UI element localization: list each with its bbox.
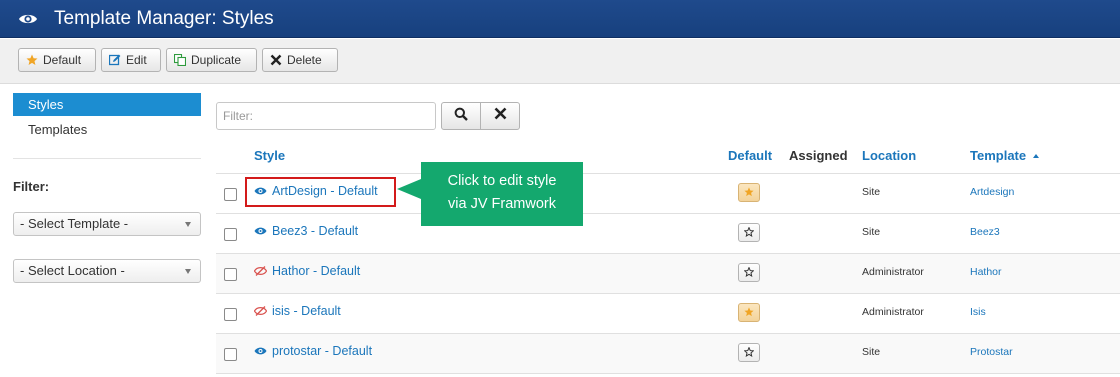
star-outline-icon bbox=[743, 264, 755, 282]
star-outline-icon bbox=[743, 224, 755, 242]
eye-icon bbox=[254, 346, 267, 356]
search-icon bbox=[454, 107, 468, 126]
column-header-assigned: Assigned bbox=[789, 148, 848, 163]
callout-line-2: via JV Framwork bbox=[448, 196, 556, 212]
sidebar-item-label: Templates bbox=[28, 122, 88, 137]
default-button-label: Default bbox=[43, 53, 82, 67]
column-header-default[interactable]: Default bbox=[728, 148, 772, 163]
edit-button-label: Edit bbox=[126, 53, 147, 67]
star-outline-icon bbox=[743, 344, 755, 362]
callout-box: Click to edit style via JV Framwork bbox=[421, 162, 583, 226]
callout-arrow-icon bbox=[397, 179, 421, 199]
callout-line-1: Click to edit style bbox=[447, 173, 557, 189]
filter-label: Filter: bbox=[13, 179, 50, 194]
style-link[interactable]: Beez3 - Default bbox=[254, 224, 358, 238]
location-value: Site bbox=[862, 186, 881, 198]
style-name: protostar - Default bbox=[272, 344, 373, 358]
default-toggle[interactable] bbox=[738, 263, 760, 282]
sidebar-item-styles[interactable]: Styles bbox=[13, 93, 201, 116]
clear-button[interactable] bbox=[480, 102, 520, 130]
close-icon bbox=[494, 107, 507, 125]
delete-button[interactable]: Delete bbox=[262, 48, 338, 72]
select-location-value: - Select Location - bbox=[20, 263, 125, 278]
row-checkbox[interactable] bbox=[224, 228, 237, 241]
eye-icon bbox=[17, 8, 39, 30]
template-link[interactable]: Isis bbox=[970, 306, 986, 318]
location-value: Site bbox=[862, 226, 881, 238]
table-row: Hathor - Default Administrator Hathor bbox=[216, 253, 1120, 293]
select-template-dropdown[interactable]: - Select Template - bbox=[13, 212, 201, 236]
template-link[interactable]: Protostar bbox=[970, 346, 1013, 358]
close-icon bbox=[270, 54, 282, 66]
star-icon bbox=[744, 304, 754, 322]
highlight-box bbox=[245, 177, 396, 207]
location-value: Administrator bbox=[862, 266, 924, 278]
style-name: Beez3 - Default bbox=[272, 224, 359, 238]
default-toggle[interactable] bbox=[738, 183, 760, 202]
style-name: Hathor - Default bbox=[272, 264, 361, 278]
eye-slash-icon bbox=[254, 266, 267, 276]
sidebar-item-templates[interactable]: Templates bbox=[13, 118, 201, 141]
edit-button[interactable]: Edit bbox=[101, 48, 161, 72]
select-location-dropdown[interactable]: - Select Location - bbox=[13, 259, 201, 283]
table-row: isis - Default Administrator Isis bbox=[216, 293, 1120, 333]
edit-icon bbox=[109, 54, 121, 66]
delete-button-label: Delete bbox=[287, 53, 322, 67]
default-toggle[interactable] bbox=[738, 223, 760, 242]
select-template-value: - Select Template - bbox=[20, 216, 129, 231]
toolbar: Default Edit Duplicate Delete bbox=[0, 39, 1120, 84]
sort-up-icon bbox=[1033, 153, 1040, 158]
default-button[interactable]: Default bbox=[18, 48, 96, 72]
eye-icon bbox=[254, 226, 267, 236]
chevron-down-icon bbox=[185, 222, 191, 227]
page-header: Template Manager: Styles bbox=[0, 0, 1120, 38]
style-link[interactable]: Hathor - Default bbox=[254, 264, 360, 278]
row-checkbox[interactable] bbox=[224, 268, 237, 281]
duplicate-button[interactable]: Duplicate bbox=[166, 48, 257, 72]
duplicate-button-label: Duplicate bbox=[191, 53, 242, 67]
location-value: Administrator bbox=[862, 306, 924, 318]
sidebar-item-label: Styles bbox=[28, 97, 64, 112]
style-name: isis - Default bbox=[272, 304, 341, 318]
table-row: protostar - Default Site Protostar bbox=[216, 333, 1120, 374]
search-input[interactable] bbox=[216, 102, 436, 130]
eye-slash-icon bbox=[254, 306, 267, 316]
style-link[interactable]: protostar - Default bbox=[254, 344, 372, 358]
row-checkbox[interactable] bbox=[224, 348, 237, 361]
star-icon bbox=[744, 184, 754, 202]
page-title: Template Manager: Styles bbox=[54, 7, 274, 29]
row-checkbox[interactable] bbox=[224, 188, 237, 201]
template-link[interactable]: Artdesign bbox=[970, 186, 1014, 198]
sidebar-divider bbox=[13, 158, 201, 159]
search-button[interactable] bbox=[441, 102, 481, 130]
column-header-style[interactable]: Style bbox=[254, 148, 285, 163]
location-value: Site bbox=[862, 346, 881, 358]
default-toggle[interactable] bbox=[738, 343, 760, 362]
row-checkbox[interactable] bbox=[224, 308, 237, 321]
column-header-template-label: Template bbox=[970, 148, 1027, 163]
star-icon bbox=[26, 54, 38, 66]
style-link[interactable]: isis - Default bbox=[254, 304, 341, 318]
template-link[interactable]: Beez3 bbox=[970, 226, 1000, 238]
template-link[interactable]: Hathor bbox=[970, 266, 1002, 278]
table-row: Beez3 - Default Site Beez3 bbox=[216, 213, 1120, 253]
default-toggle[interactable] bbox=[738, 303, 760, 322]
column-header-location[interactable]: Location bbox=[862, 148, 916, 163]
copy-icon bbox=[174, 54, 186, 66]
column-header-template[interactable]: Template bbox=[970, 148, 1040, 163]
chevron-down-icon bbox=[185, 269, 191, 274]
